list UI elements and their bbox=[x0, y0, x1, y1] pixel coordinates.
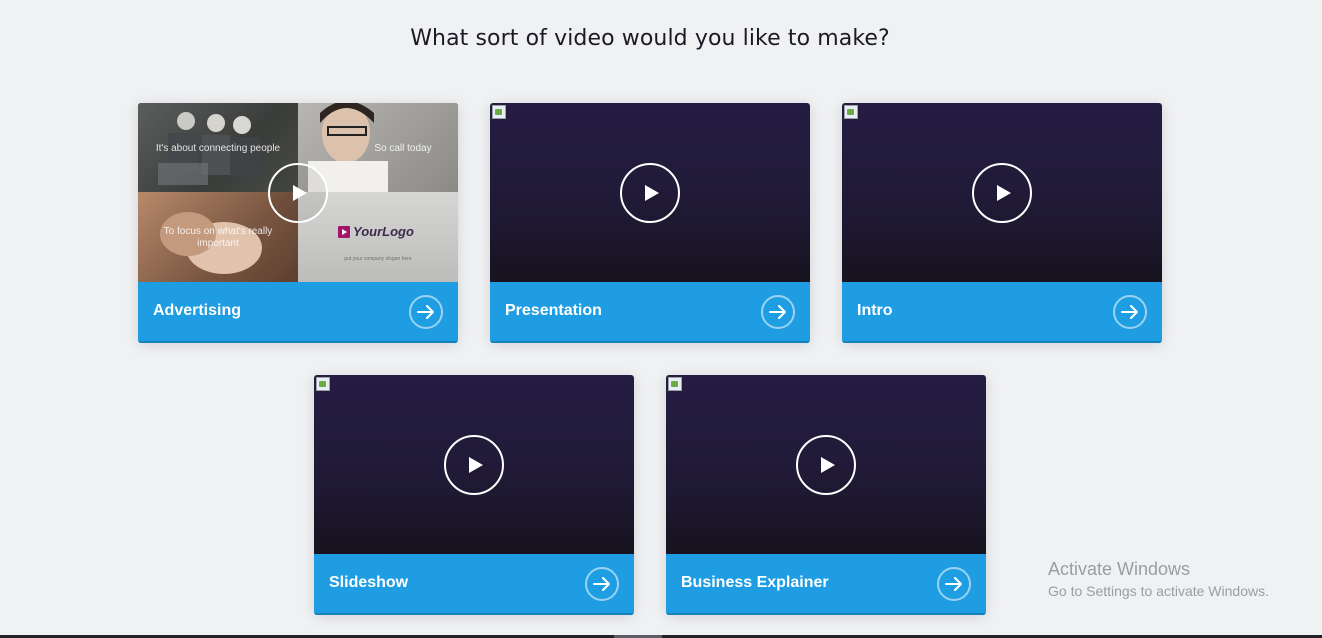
card-thumbnail bbox=[314, 375, 634, 554]
page-title: What sort of video would you like to mak… bbox=[410, 26, 890, 51]
your-logo: YourLogo bbox=[338, 224, 414, 239]
watermark-subtitle: Go to Settings to activate Windows. bbox=[1048, 583, 1269, 599]
card-label: Presentation bbox=[505, 302, 602, 319]
broken-image-icon bbox=[844, 105, 858, 119]
arrow-right-icon bbox=[417, 305, 434, 319]
card-label: Advertising bbox=[153, 302, 242, 319]
ad-caption-3: To focus on what's really important bbox=[163, 226, 273, 249]
card-advertising[interactable]: It's about connecting people So call tod… bbox=[138, 103, 458, 343]
arrow-right-icon bbox=[945, 577, 962, 591]
ad-caption-1: It's about connecting people bbox=[155, 143, 281, 154]
play-button[interactable] bbox=[796, 435, 856, 495]
play-icon bbox=[293, 185, 307, 201]
play-button[interactable] bbox=[972, 163, 1032, 223]
card-label: Business Explainer bbox=[681, 574, 829, 591]
activate-windows-watermark: Activate Windows Go to Settings to activ… bbox=[1048, 558, 1269, 602]
card-slideshow[interactable]: Slideshow bbox=[314, 375, 634, 615]
proceed-button[interactable] bbox=[937, 567, 971, 601]
watermark-title: Activate Windows bbox=[1048, 559, 1191, 579]
arrow-right-icon bbox=[769, 305, 786, 319]
proceed-button[interactable] bbox=[761, 295, 795, 329]
proceed-button[interactable] bbox=[1113, 295, 1147, 329]
play-button[interactable] bbox=[620, 163, 680, 223]
logo-play-icon bbox=[338, 225, 350, 238]
proceed-button[interactable] bbox=[585, 567, 619, 601]
card-label: Slideshow bbox=[329, 574, 409, 591]
card-intro[interactable]: Intro bbox=[842, 103, 1162, 343]
card-footer[interactable]: Slideshow bbox=[314, 554, 634, 615]
card-thumbnail bbox=[666, 375, 986, 554]
proceed-button[interactable] bbox=[409, 295, 443, 329]
card-presentation[interactable]: Presentation bbox=[490, 103, 810, 343]
play-icon bbox=[821, 457, 835, 473]
card-thumbnail: It's about connecting people So call tod… bbox=[138, 103, 458, 282]
play-button[interactable] bbox=[444, 435, 504, 495]
play-icon bbox=[469, 457, 483, 473]
logo-tagline: put your company slogan here bbox=[344, 256, 412, 262]
card-thumbnail bbox=[490, 103, 810, 282]
play-button[interactable] bbox=[268, 163, 328, 223]
card-label: Intro bbox=[857, 302, 893, 319]
broken-image-icon bbox=[492, 105, 506, 119]
card-footer[interactable]: Advertising bbox=[138, 282, 458, 343]
card-thumbnail bbox=[842, 103, 1162, 282]
arrow-right-icon bbox=[593, 577, 610, 591]
ad-caption-2: So call today bbox=[374, 143, 432, 154]
card-footer[interactable]: Intro bbox=[842, 282, 1162, 343]
play-icon bbox=[645, 185, 659, 201]
play-icon bbox=[997, 185, 1011, 201]
broken-image-icon bbox=[668, 377, 682, 391]
card-footer[interactable]: Presentation bbox=[490, 282, 810, 343]
card-footer[interactable]: Business Explainer bbox=[666, 554, 986, 615]
arrow-right-icon bbox=[1121, 305, 1138, 319]
card-business-explainer[interactable]: Business Explainer bbox=[666, 375, 986, 615]
video-type-page: What sort of video would you like to mak… bbox=[0, 0, 1322, 638]
broken-image-icon bbox=[316, 377, 330, 391]
